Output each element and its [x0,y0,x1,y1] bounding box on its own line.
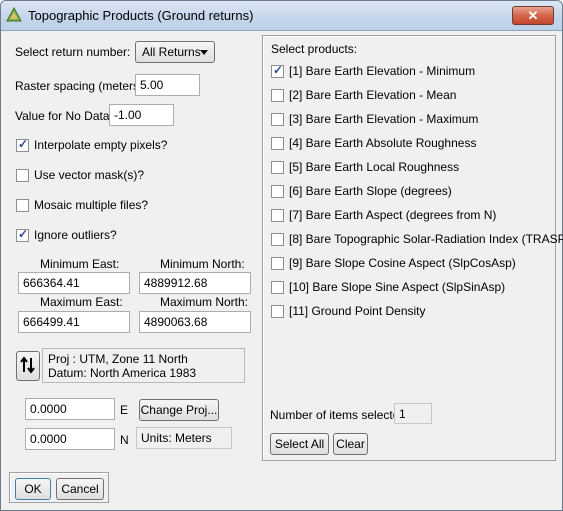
product-label: [6] Bare Earth Slope (degrees) [289,184,452,198]
products-panel: Select products: ✓ [1] Bare Earth Elevati… [262,35,563,461]
units-display: Units: Meters [136,427,232,449]
dialog-window: Topographic Products (Ground returns) ✕ … [0,0,563,511]
app-icon [6,7,22,22]
checkbox-box [271,209,284,222]
checkbox-box [271,257,284,270]
checkbox-box: ✓ [16,227,29,242]
checkbox-box [271,161,284,174]
swap-projection-button[interactable] [16,351,40,381]
return-number-label: Select return number: [15,45,131,59]
checkbox-box: ✓ [16,137,29,152]
max-north-label: Maximum North: [160,295,249,309]
checkbox-box [271,89,284,102]
min-east-input[interactable]: 666364.41 [18,272,130,294]
cancel-button[interactable]: Cancel [56,478,104,500]
min-north-input[interactable]: 4889912.68 [139,272,251,294]
change-projection-button[interactable]: Change Proj... [139,399,219,421]
raster-spacing-input[interactable]: 5.00 [135,74,200,96]
offset-north-label: N [120,433,129,447]
interpolate-label: Interpolate empty pixels? [34,138,168,152]
product-label: [11] Ground Point Density [289,304,426,318]
offset-north-input[interactable]: 0.0000 [25,428,115,450]
nodata-label: Value for No Data: [15,109,113,123]
checkmark-icon: ✓ [273,63,284,77]
select-all-button[interactable]: Select All [270,433,329,455]
product-label: [9] Bare Slope Cosine Aspect (SlpCosAsp) [289,256,516,270]
max-north-input[interactable]: 4890063.68 [139,311,251,333]
dialog-body: Select return number: All Returns Raster… [4,32,563,508]
mosaic-label: Mosaic multiple files? [34,198,149,212]
product-label: [4] Bare Earth Absolute Roughness [289,136,477,150]
checkbox-box [16,199,29,212]
product-label: [2] Bare Earth Elevation - Mean [289,88,457,102]
outliers-label: Ignore outliers? [34,228,117,242]
product-label: [3] Bare Earth Elevation - Maximum [289,112,479,126]
max-east-label: Maximum East: [40,295,123,309]
nodata-input[interactable]: -1.00 [109,104,174,126]
projection-info: Proj : UTM, Zone 11 North Datum: North A… [42,348,245,383]
checkbox-box [16,169,29,182]
checkmark-icon: ✓ [18,137,29,151]
ok-button[interactable]: OK [15,478,51,500]
title-bar[interactable]: Topographic Products (Ground returns) ✕ [1,1,562,31]
checkbox-box [271,137,284,150]
checkbox-box [271,185,284,198]
offset-east-input[interactable]: 0.0000 [25,398,115,420]
raster-spacing-label: Raster spacing (meters): [15,79,147,93]
projection-line: Proj : UTM, Zone 11 North [48,352,188,366]
product-label: [5] Bare Earth Local Roughness [289,160,460,174]
window-title: Topographic Products (Ground returns) [28,8,254,23]
return-number-value: All Returns [142,45,201,59]
checkbox-box [271,281,284,294]
checkbox-box [271,305,284,318]
chevron-down-icon [200,50,208,55]
datum-line: Datum: North America 1983 [48,366,197,380]
product-label: [8] Bare Topographic Solar-Radiation Ind… [289,232,563,246]
footer-group: OK Cancel [9,472,109,503]
return-number-select[interactable]: All Returns [135,41,215,63]
checkmark-icon: ✓ [18,227,29,241]
close-button[interactable]: ✕ [512,6,554,25]
clear-button[interactable]: Clear [333,433,368,455]
product-label: [1] Bare Earth Elevation - Minimum [289,64,476,78]
vector-mask-label: Use vector mask(s)? [34,168,145,182]
close-icon: ✕ [527,8,539,23]
selected-count-label: Number of items selected: [270,408,410,422]
products-title: Select products: [271,42,358,56]
product-label: [10] Bare Slope Sine Aspect (SlpSinAsp) [289,280,506,294]
checkbox-box [271,233,284,246]
max-east-input[interactable]: 666499.41 [18,311,130,333]
min-north-label: Minimum North: [160,257,245,271]
selected-count-value: 1 [394,403,432,424]
swap-vertical-icon [20,356,35,374]
min-east-label: Minimum East: [40,257,120,271]
checkbox-box [271,113,284,126]
offset-east-label: E [120,403,129,417]
product-label: [7] Bare Earth Aspect (degrees from N) [289,208,497,222]
checkbox-box: ✓ [271,63,284,78]
